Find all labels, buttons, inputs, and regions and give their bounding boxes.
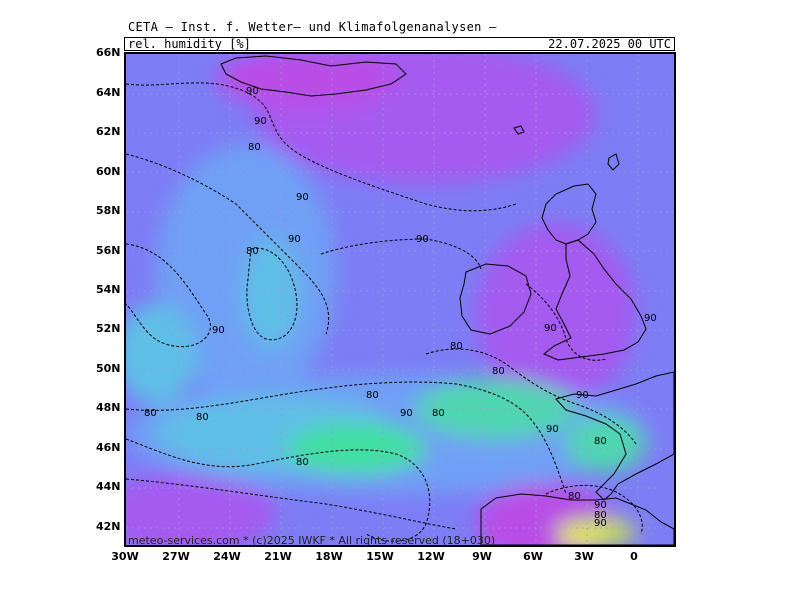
humidity-map: 90 90 90 90 80 90 90 90 80 90 80 80 80 8… — [126, 54, 674, 545]
contour-label: 80 — [144, 408, 157, 419]
contour-label: 80 — [296, 457, 309, 468]
contour-label: 90 — [296, 192, 309, 203]
lat-label-52n: 52N — [96, 322, 121, 335]
contour-label: 80 — [594, 436, 607, 447]
contour-label: 90 — [416, 234, 429, 245]
map-panel: 90 90 90 90 80 90 90 90 80 90 80 80 80 8… — [124, 52, 676, 547]
contour-label: 80 — [492, 366, 505, 377]
lon-label-24w: 24W — [213, 550, 241, 563]
contour-label: 90 — [288, 234, 301, 245]
contour-label: 90 — [576, 390, 589, 401]
lat-label-58n: 58N — [96, 204, 121, 217]
parameter-label: rel. humidity [%] — [128, 37, 251, 51]
contour-label: 80 — [568, 491, 581, 502]
lon-label-21w: 21W — [264, 550, 292, 563]
contour-label: 90 — [400, 408, 413, 419]
lon-label-0: 0 — [630, 550, 638, 563]
lon-label-18w: 18W — [315, 550, 343, 563]
lat-label-60n: 60N — [96, 165, 121, 178]
lon-label-27w: 27W — [162, 550, 190, 563]
contour-label: 90 — [546, 424, 559, 435]
contour-label: 90 — [254, 116, 267, 127]
lat-label-54n: 54N — [96, 283, 121, 296]
info-bar: rel. humidity [%] 22.07.2025 00 UTC — [124, 37, 675, 51]
copyright-notice: meteo-services.com * (c)2025 IWKF * All … — [128, 534, 496, 547]
lat-label-46n: 46N — [96, 441, 121, 454]
lat-label-42n: 42N — [96, 520, 121, 533]
contour-label: 90 — [594, 518, 607, 529]
contour-label: 80 — [196, 412, 209, 423]
lon-label-9w: 9W — [472, 550, 492, 563]
lat-label-62n: 62N — [96, 125, 121, 138]
lat-label-50n: 50N — [96, 362, 121, 375]
valid-time-label: 22.07.2025 00 UTC — [548, 37, 671, 51]
lon-label-12w: 12W — [417, 550, 445, 563]
lon-label-15w: 15W — [366, 550, 394, 563]
lat-label-56n: 56N — [96, 244, 121, 257]
contour-label: 80 — [246, 246, 259, 257]
contour-label: 90 — [544, 323, 557, 334]
chart-title: CETA — Inst. f. Wetter— und Klimafolgena… — [128, 20, 497, 34]
contour-label: 80 — [366, 390, 379, 401]
contour-label: 90 — [644, 313, 657, 324]
lon-label-3w: 3W — [574, 550, 594, 563]
contour-label: 80 — [450, 341, 463, 352]
lat-label-44n: 44N — [96, 480, 121, 493]
lat-label-66n: 66N — [96, 46, 121, 59]
lon-label-6w: 6W — [523, 550, 543, 563]
contour-label: 90 — [246, 86, 259, 97]
contour-label: 80 — [248, 142, 261, 153]
contour-label: 90 — [212, 325, 225, 336]
lat-label-64n: 64N — [96, 86, 121, 99]
contour-label: 80 — [432, 408, 445, 419]
lon-label-30w: 30W — [111, 550, 139, 563]
lat-label-48n: 48N — [96, 401, 121, 414]
